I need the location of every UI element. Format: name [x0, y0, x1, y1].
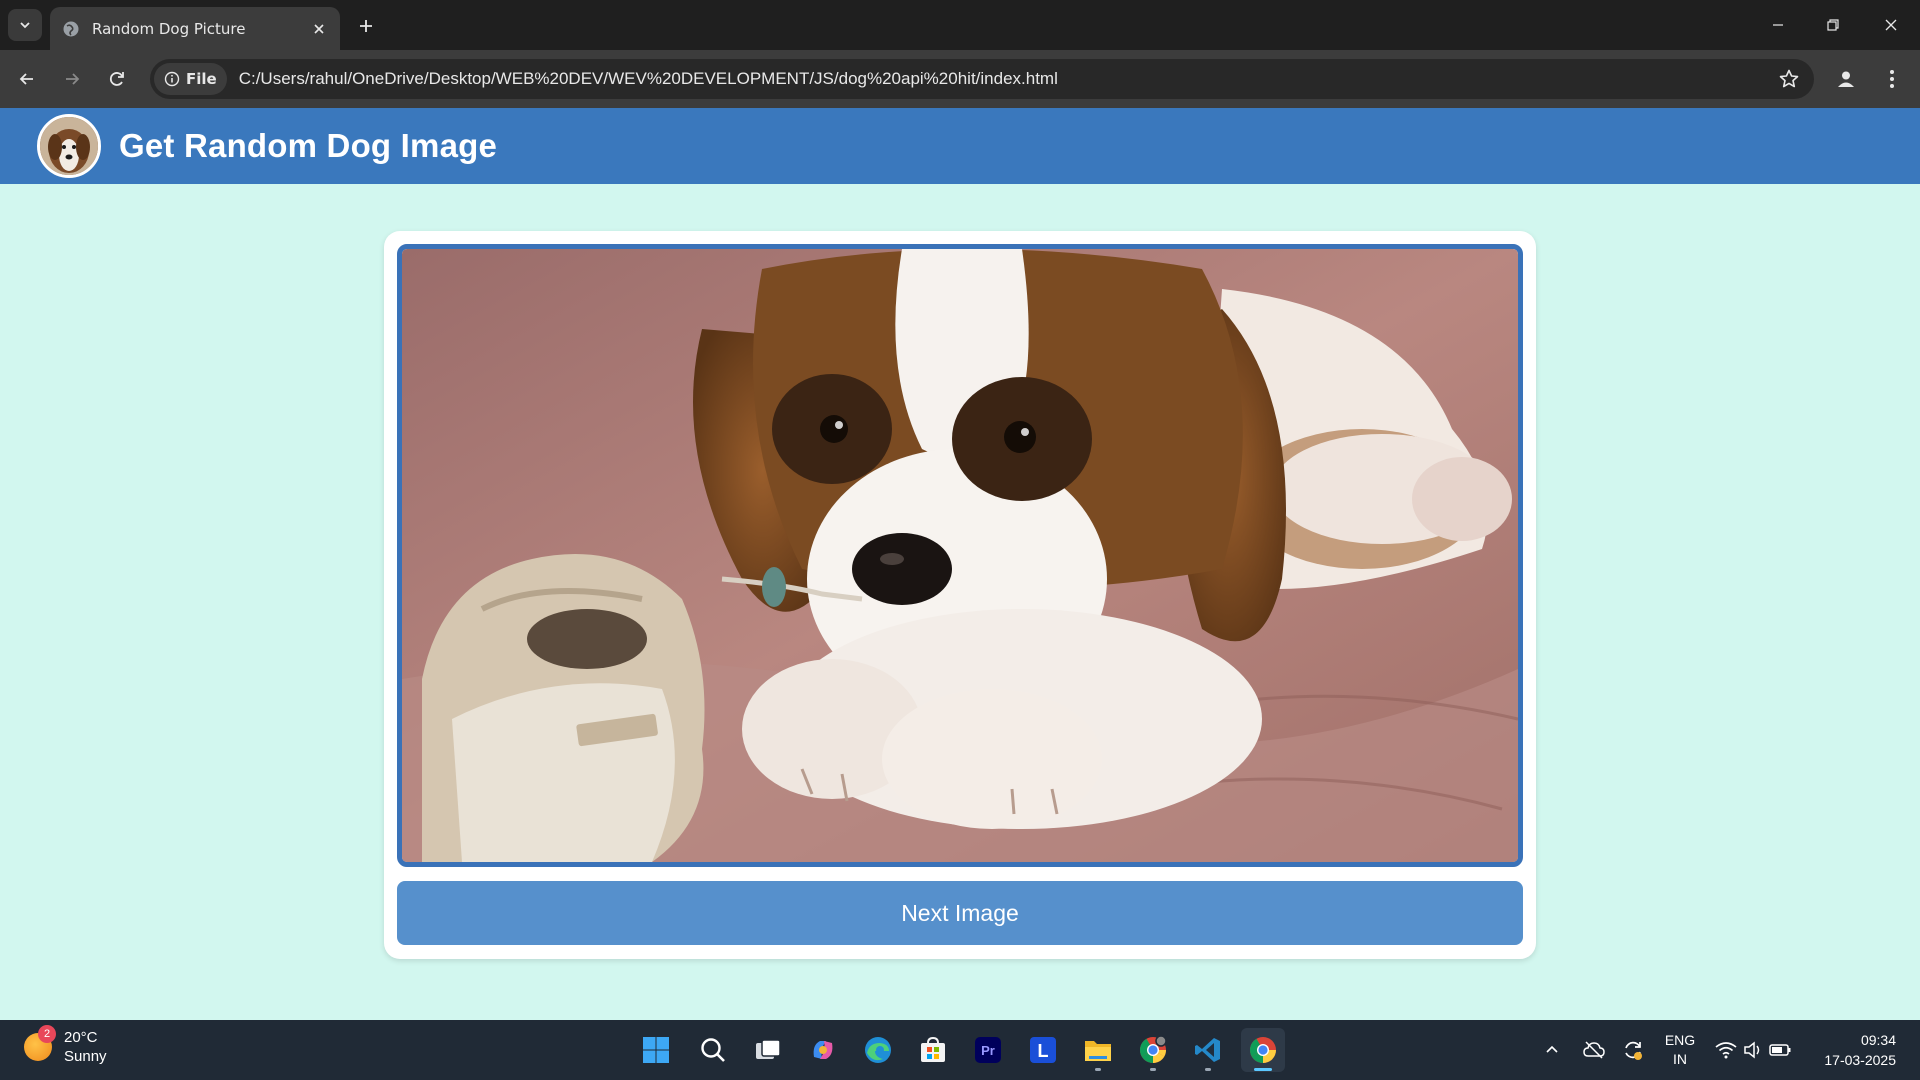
vscode-button[interactable] — [1186, 1028, 1230, 1072]
start-button[interactable] — [634, 1028, 678, 1072]
browser-menu-button[interactable] — [1876, 63, 1908, 95]
arrow-left-icon — [19, 73, 33, 85]
dog-logo — [37, 114, 101, 178]
wifi-icon — [1715, 1042, 1737, 1059]
weather-temp: 20°C — [64, 1029, 98, 1046]
notification-badge: 2 — [38, 1025, 56, 1043]
onedrive-tray-button[interactable] — [1580, 1030, 1608, 1070]
profile-button[interactable] — [1830, 63, 1862, 95]
chevron-up-icon — [1546, 1045, 1558, 1053]
new-tab-button[interactable] — [352, 12, 380, 40]
folder-icon — [1085, 1041, 1111, 1061]
sync-tray-button[interactable] — [1618, 1030, 1648, 1070]
dog-image — [397, 244, 1523, 867]
web-page: Get Random Dog Image Next Image — [0, 108, 1920, 1020]
premiere-button[interactable]: Pr — [966, 1028, 1010, 1072]
file-explorer-button[interactable] — [1076, 1028, 1120, 1072]
copilot-icon — [813, 1041, 833, 1059]
active-indicator — [1254, 1068, 1272, 1071]
chrome-button[interactable] — [1241, 1028, 1285, 1072]
tab-title: Random Dog Picture — [92, 19, 246, 38]
forward-button[interactable] — [56, 63, 88, 95]
dog-card: Next Image — [384, 231, 1536, 959]
search-icon — [701, 1038, 725, 1062]
task-view-button[interactable] — [746, 1028, 790, 1072]
edge-button[interactable] — [856, 1028, 900, 1072]
restore-icon — [1827, 19, 1839, 31]
clock-time: 09:34 — [1860, 1032, 1896, 1048]
site-chip-label: File — [186, 70, 217, 88]
running-indicator — [1150, 1068, 1156, 1071]
battery-icon — [1769, 1044, 1791, 1056]
taskbar-search-button[interactable] — [691, 1028, 735, 1072]
quick-settings-button[interactable] — [1712, 1030, 1794, 1070]
dog-photo — [402, 249, 1518, 862]
close-window-button[interactable] — [1871, 10, 1911, 40]
vscode-icon — [1195, 1038, 1220, 1062]
tab-search-button[interactable] — [8, 9, 42, 41]
info-icon — [164, 71, 180, 87]
language-primary: ENG — [1664, 1032, 1696, 1048]
store-button[interactable] — [911, 1028, 955, 1072]
l-app-icon: L — [1030, 1037, 1056, 1063]
show-hidden-icons-button[interactable] — [1540, 1030, 1564, 1070]
chevron-down-icon — [20, 22, 30, 29]
copilot-button[interactable] — [801, 1028, 845, 1072]
next-image-button[interactable]: Next Image — [397, 881, 1523, 945]
chrome-profile-button[interactable] — [1131, 1028, 1175, 1072]
app-navbar: Get Random Dog Image — [0, 108, 1920, 184]
l-app-button[interactable]: L — [1021, 1028, 1065, 1072]
weather-desc: Sunny — [64, 1048, 107, 1065]
address-bar[interactable]: File C:/Users/rahul/OneDrive/Desktop/WEB… — [150, 59, 1814, 99]
page-title: Get Random Dog Image — [119, 127, 498, 164]
more-vertical-icon — [1890, 70, 1894, 88]
cloud-off-icon — [1583, 1041, 1605, 1059]
sync-icon — [1625, 1041, 1642, 1060]
profile-icon — [1838, 71, 1854, 87]
minimize-icon — [1773, 24, 1783, 26]
store-icon — [921, 1036, 945, 1062]
tab-strip: Random Dog Picture — [0, 0, 1920, 50]
chrome-icon — [1139, 1035, 1167, 1064]
plus-icon — [360, 20, 372, 32]
bookmark-star-icon[interactable] — [1778, 68, 1800, 90]
browser-tab[interactable]: Random Dog Picture — [50, 7, 340, 50]
language-secondary: IN — [1673, 1051, 1687, 1067]
close-icon — [1885, 19, 1897, 31]
premiere-icon: Pr — [975, 1037, 1001, 1063]
weather-widget[interactable]: 2 20°C Sunny — [24, 1025, 107, 1066]
edge-icon — [865, 1037, 891, 1063]
sun-icon: 2 — [24, 1025, 56, 1061]
start-icon — [643, 1037, 669, 1063]
arrow-right-icon — [66, 73, 80, 85]
clock-date: 17-03-2025 — [1824, 1052, 1896, 1068]
task-view-icon — [756, 1039, 781, 1059]
svg-text:L: L — [1038, 1041, 1049, 1061]
site-info-chip[interactable]: File — [154, 63, 227, 95]
volume-icon — [1744, 1041, 1760, 1059]
url-text[interactable]: C:/Users/rahul/OneDrive/Desktop/WEB%20DE… — [239, 69, 1058, 89]
windows-taskbar: 2 20°C Sunny Pr L ENG IN 09:34 17-03-202… — [0, 1020, 1920, 1080]
restore-button[interactable] — [1813, 10, 1853, 40]
reload-icon — [109, 72, 124, 86]
back-button[interactable] — [11, 63, 43, 95]
close-tab-icon[interactable] — [310, 20, 328, 38]
system-clock[interactable]: 09:34 17-03-2025 — [1824, 1030, 1896, 1070]
globe-icon — [63, 21, 79, 36]
minimize-button[interactable] — [1758, 10, 1798, 40]
running-indicator — [1095, 1068, 1101, 1071]
language-indicator[interactable]: ENG IN — [1662, 1030, 1698, 1070]
running-indicator — [1205, 1068, 1211, 1071]
browser-toolbar: File C:/Users/rahul/OneDrive/Desktop/WEB… — [0, 50, 1920, 108]
reload-button[interactable] — [101, 63, 133, 95]
svg-text:Pr: Pr — [981, 1043, 995, 1058]
chrome-active-icon — [1249, 1037, 1276, 1064]
